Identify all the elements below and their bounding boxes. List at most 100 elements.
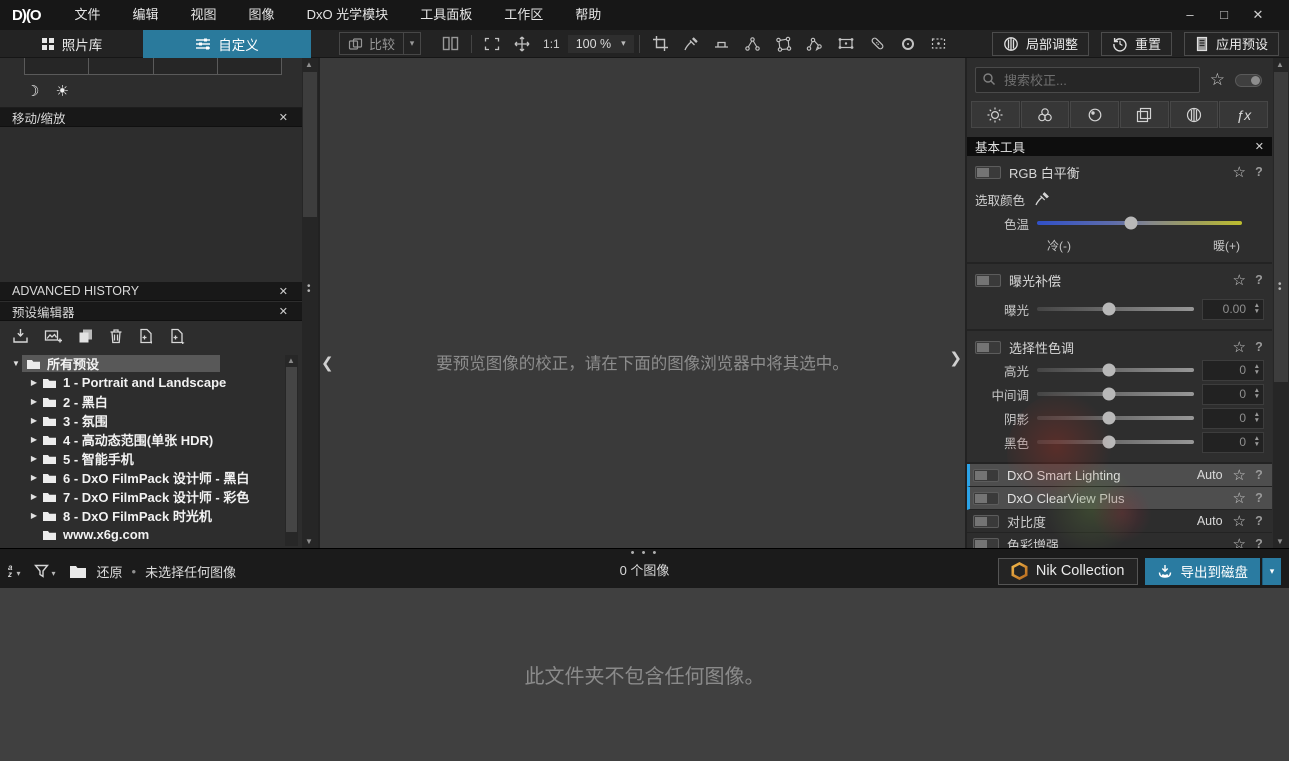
help-icon[interactable]: ? [1254, 273, 1264, 287]
menu-help[interactable]: 帮助 [559, 0, 617, 30]
expand-arrow-icon[interactable]: ▶ [28, 378, 40, 387]
shadows-value-input[interactable]: 0 ▲ ▼ [1202, 407, 1264, 429]
highlights-slider[interactable] [1037, 363, 1194, 377]
move-zoom-header[interactable]: 移动/缩放 ✕ [0, 108, 302, 127]
menu-view[interactable]: 视图 [175, 0, 233, 30]
star-icon[interactable]: ☆ [1233, 466, 1246, 484]
menu-tool-panels[interactable]: 工具面板 [404, 0, 488, 30]
preset-root-row[interactable]: ▼ 所有预设 [0, 354, 302, 373]
menu-file[interactable]: 文件 [59, 0, 117, 30]
star-icon[interactable]: ☆ [1233, 163, 1246, 181]
contrast-row[interactable]: 对比度 Auto ☆ ? [967, 510, 1272, 533]
exposure-slider[interactable] [1037, 302, 1194, 316]
smart-lighting-checkbox[interactable] [973, 468, 999, 482]
fit-screen-icon[interactable] [477, 37, 507, 51]
close-icon[interactable]: ✕ [277, 305, 290, 318]
midtones-value-input[interactable]: 0 ▲ ▼ [1202, 383, 1264, 405]
exposure-value-input[interactable]: 0.00 ▲ ▼ [1202, 298, 1264, 320]
menu-workspace[interactable]: 工作区 [488, 0, 559, 30]
favorites-filter-icon[interactable]: ☆ [1210, 70, 1225, 90]
contrast-checkbox[interactable] [973, 514, 999, 528]
tab-photo-library[interactable]: 照片库 [0, 30, 143, 58]
star-icon[interactable]: ☆ [1233, 512, 1246, 530]
delete-preset-icon[interactable] [109, 328, 123, 344]
blacks-value-input[interactable]: 0 ▲ ▼ [1202, 431, 1264, 453]
menu-optics-modules[interactable]: DxO 光学模块 [291, 0, 405, 30]
tab-color[interactable] [1020, 101, 1070, 128]
preset-folder-row[interactable]: ▶ 5 - 智能手机 [0, 449, 302, 468]
help-icon[interactable]: ? [1254, 468, 1264, 482]
preset-editor-header[interactable]: 预设编辑器 ✕ [0, 302, 302, 321]
control-line-icon[interactable] [799, 36, 830, 52]
tab-geometry[interactable] [1120, 101, 1169, 128]
spinner-icons[interactable]: ▲ ▼ [1254, 300, 1260, 319]
close-icon[interactable]: ✕ [277, 285, 290, 298]
pan-tool-icon[interactable] [507, 36, 537, 52]
expand-arrow-icon[interactable]: ▶ [28, 454, 40, 463]
preset-tree-scrollbar[interactable]: ▲ [285, 355, 298, 546]
expand-arrow-icon[interactable]: ▶ [28, 511, 40, 520]
collapse-right-panel-icon[interactable]: ❯ [949, 349, 962, 367]
active-corrections-toggle[interactable] [1235, 73, 1262, 87]
selective-tone-checkbox[interactable] [975, 340, 1001, 354]
minimize-button[interactable]: – [1173, 0, 1207, 30]
preset-folder-row[interactable]: ▶ 6 - DxO FilmPack 设计师 - 黑白 [0, 468, 302, 487]
help-icon[interactable]: ? [1254, 514, 1264, 528]
red-eye-tool-icon[interactable] [893, 36, 923, 52]
tab-customize[interactable]: 自定义 [143, 29, 311, 58]
highlight-clipping-icon[interactable]: ☀ [55, 82, 68, 100]
preset-folder-row[interactable]: ▶ 1 - Portrait and Landscape [0, 373, 302, 392]
midtones-slider[interactable] [1037, 387, 1194, 401]
reset-button[interactable]: 重置 [1100, 31, 1172, 56]
preset-folder-row[interactable]: www.x6g.com [0, 525, 302, 544]
star-icon[interactable]: ☆ [1233, 271, 1246, 289]
preset-folder-row[interactable]: ▶ 7 - DxO FilmPack 设计师 - 彩色 [0, 487, 302, 506]
expand-arrow-icon[interactable]: ▶ [28, 435, 40, 444]
menu-image[interactable]: 图像 [233, 0, 291, 30]
compare-dropdown[interactable]: ▾ [403, 33, 420, 54]
tab-detail[interactable] [1070, 101, 1120, 128]
eyedropper-icon[interactable] [1033, 191, 1050, 207]
slider-thumb[interactable] [1102, 363, 1116, 377]
scrollbar-thumb[interactable] [303, 72, 317, 217]
control-polygon-icon[interactable] [768, 36, 799, 52]
split-view-icon[interactable] [435, 36, 466, 51]
advanced-history-header[interactable]: ADVANCED HISTORY ✕ [0, 282, 302, 301]
smart-lighting-row[interactable]: DxO Smart Lighting Auto ☆ ? [967, 464, 1272, 487]
duplicate-preset-icon[interactable] [78, 328, 94, 344]
collapse-left-panel-icon[interactable]: ❮ [321, 354, 334, 372]
expand-arrow-icon[interactable]: ▶ [28, 492, 40, 501]
grid-points-icon[interactable] [830, 36, 862, 51]
crop-tool-icon[interactable] [645, 35, 676, 52]
slider-thumb[interactable] [1102, 387, 1116, 401]
compare-button[interactable]: 比较 [340, 34, 403, 53]
tab-light[interactable] [971, 101, 1020, 128]
temperature-slider[interactable] [1037, 216, 1242, 230]
tab-effects[interactable]: ƒx [1219, 101, 1269, 128]
clearview-plus-checkbox[interactable] [973, 491, 999, 505]
maximize-button[interactable]: □ [1207, 0, 1241, 30]
control-points-icon[interactable] [737, 36, 768, 52]
close-icon[interactable]: ✕ [1255, 140, 1264, 153]
help-icon[interactable]: ? [1254, 491, 1264, 505]
star-icon[interactable]: ☆ [1233, 338, 1246, 356]
exposure-checkbox[interactable] [975, 273, 1001, 287]
preset-folder-row[interactable]: ▶ 8 - DxO FilmPack 时光机 [0, 506, 302, 525]
white-balance-checkbox[interactable] [975, 165, 1001, 179]
view-mask-tool-icon[interactable] [923, 36, 954, 51]
shadow-clipping-icon[interactable]: ☽ [26, 82, 39, 100]
new-preset-icon[interactable] [138, 328, 154, 344]
panel-resize-handle[interactable]: • • [307, 282, 311, 297]
preset-folder-row[interactable]: ▶ 4 - 高动态范围(单张 HDR) [0, 430, 302, 449]
preset-folder-row[interactable]: ▶ 3 - 氛围 [0, 411, 302, 430]
tab-local-adjustments[interactable] [1169, 101, 1219, 128]
blacks-slider[interactable] [1037, 435, 1194, 449]
clearview-plus-row[interactable]: DxO ClearView Plus ☆ ? [967, 487, 1272, 510]
horizon-tool-icon[interactable] [706, 36, 737, 51]
expand-arrow-icon[interactable]: ▶ [28, 397, 40, 406]
slider-thumb[interactable] [1124, 216, 1138, 230]
expand-arrow-icon[interactable]: ▶ [28, 473, 40, 482]
basic-tools-header[interactable]: 基本工具 ✕ [967, 137, 1272, 156]
white-balance-picker-icon[interactable] [676, 36, 706, 52]
panel-resize-handle[interactable]: • • [1278, 280, 1282, 295]
